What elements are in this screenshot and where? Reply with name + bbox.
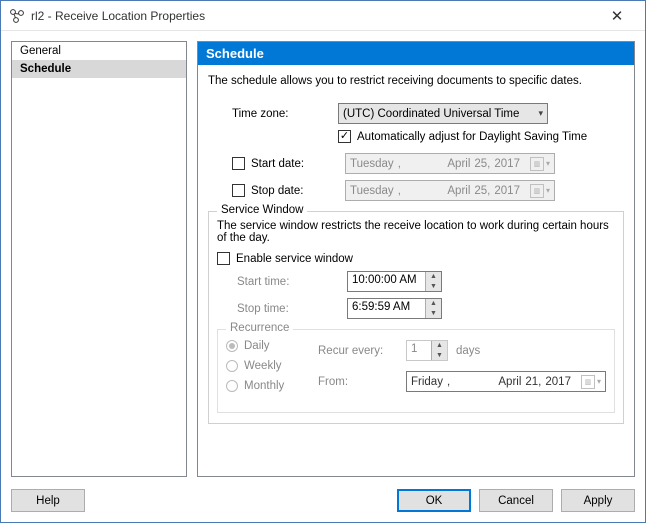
stop-time-spinner[interactable]: 6:59:59 AM ▲▼ — [347, 298, 442, 319]
radio-monthly[interactable]: Monthly — [226, 380, 304, 392]
timezone-value: (UTC) Coordinated Universal Time — [343, 108, 519, 120]
dst-checkbox[interactable]: ✓ — [338, 130, 351, 143]
timezone-combo[interactable]: (UTC) Coordinated Universal Time ▾ — [338, 103, 548, 124]
start-time-spinner[interactable]: 10:00:00 AM ▲▼ — [347, 271, 442, 292]
timezone-label: Time zone: — [208, 108, 338, 120]
dst-row: ✓ Automatically adjust for Daylight Savi… — [338, 130, 624, 143]
content-area: General Schedule Schedule The schedule a… — [1, 31, 645, 483]
radio-weekly[interactable]: Weekly — [226, 360, 304, 372]
chevron-down-icon: ▾ — [597, 377, 601, 386]
dst-label: Automatically adjust for Daylight Saving… — [357, 131, 587, 143]
nav-sidebar: General Schedule — [11, 41, 187, 477]
enable-sw-row: Enable service window — [198, 252, 615, 265]
service-window-group: Service Window The service window restri… — [208, 211, 624, 424]
start-time-row: Start time: 10:00:00 AM ▲▼ — [217, 271, 615, 292]
from-label: From: — [318, 376, 398, 388]
start-date-checkbox[interactable] — [232, 157, 245, 170]
panel-description: The schedule allows you to restrict rece… — [208, 75, 624, 87]
stop-time-label: Stop time: — [217, 303, 347, 315]
app-icon — [9, 8, 25, 24]
calendar-icon: ▥ — [530, 157, 544, 171]
enable-sw-checkbox[interactable] — [217, 252, 230, 265]
calendar-icon: ▥ — [530, 184, 544, 198]
stop-date-label: Stop date: — [251, 185, 345, 197]
service-window-desc: The service window restricts the receive… — [217, 220, 615, 244]
panel-body: The schedule allows you to restrict rece… — [198, 65, 634, 434]
recur-unit: days — [456, 345, 480, 357]
ok-button[interactable]: OK — [397, 489, 471, 512]
radio-daily[interactable]: Daily — [226, 340, 304, 352]
titlebar: rl2 - Receive Location Properties ✕ — [1, 1, 645, 31]
stop-time-row: Stop time: 6:59:59 AM ▲▼ — [217, 298, 615, 319]
recurrence-details: Recur every: 1 ▲▼ days From: — [318, 340, 606, 402]
close-icon[interactable]: ✕ — [597, 7, 637, 25]
sidebar-item-general[interactable]: General — [12, 42, 186, 60]
spinner-buttons[interactable]: ▲▼ — [425, 299, 441, 318]
recur-every-label: Recur every: — [318, 345, 398, 357]
start-date-label: Start date: — [251, 158, 345, 170]
chevron-down-icon: ▾ — [538, 108, 543, 119]
start-date-picker[interactable]: Tuesday, April 25, 2017 ▥ ▾ — [345, 153, 555, 174]
cancel-button[interactable]: Cancel — [479, 489, 553, 512]
recurrence-legend: Recurrence — [226, 322, 293, 334]
calendar-icon: ▥ — [581, 375, 595, 389]
stop-date-picker[interactable]: Tuesday, April 25, 2017 ▥ ▾ — [345, 180, 555, 201]
help-button[interactable]: Help — [11, 489, 85, 512]
from-date-picker[interactable]: Friday, April 21, 2017 ▥ ▾ — [406, 371, 606, 392]
enable-sw-label: Enable service window — [236, 253, 353, 265]
service-window-legend: Service Window — [217, 204, 307, 216]
recur-every-spinner[interactable]: 1 ▲▼ — [406, 340, 448, 361]
dialog-window: rl2 - Receive Location Properties ✕ Gene… — [0, 0, 646, 523]
start-time-label: Start time: — [217, 276, 347, 288]
window-title: rl2 - Receive Location Properties — [31, 9, 597, 23]
schedule-panel: Schedule The schedule allows you to rest… — [197, 41, 635, 477]
start-date-row: Start date: Tuesday, April 25, 2017 ▥ ▾ — [208, 153, 624, 174]
button-bar: Help OK Cancel Apply — [1, 483, 645, 522]
chevron-down-icon: ▾ — [546, 186, 550, 195]
panel-header: Schedule — [198, 42, 634, 65]
timezone-row: Time zone: (UTC) Coordinated Universal T… — [208, 103, 624, 124]
sidebar-item-schedule[interactable]: Schedule — [12, 60, 186, 78]
apply-button[interactable]: Apply — [561, 489, 635, 512]
spinner-buttons[interactable]: ▲▼ — [425, 272, 441, 291]
recurrence-options: Daily Weekly Monthly — [226, 340, 304, 402]
stop-date-row: Stop date: Tuesday, April 25, 2017 ▥ ▾ — [208, 180, 624, 201]
recurrence-body: Daily Weekly Monthly Recur every: 1 ▲▼ — [226, 340, 606, 402]
stop-date-checkbox[interactable] — [232, 184, 245, 197]
recurrence-group: Recurrence Daily Weekly Monthly Recur ev… — [217, 329, 615, 413]
chevron-down-icon: ▾ — [546, 159, 550, 168]
